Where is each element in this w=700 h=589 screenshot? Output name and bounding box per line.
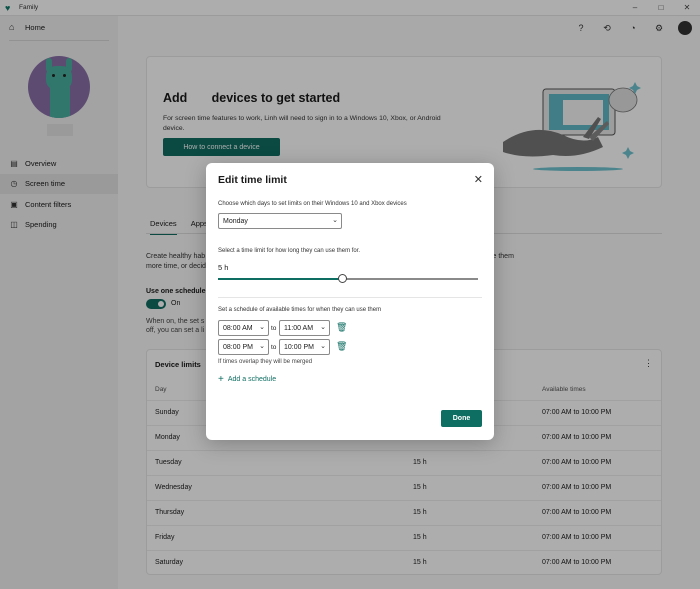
schedule-1-to-select[interactable]: 11:00 AM ⌄ (279, 320, 330, 336)
dialog-title: Edit time limit (218, 174, 287, 186)
merge-note: If times overlap they will be merged (218, 359, 313, 365)
schedule-label: Set a schedule of available times for wh… (218, 307, 382, 313)
delete-schedule-1-icon[interactable]: 🗑 (336, 322, 347, 333)
plus-icon: + (218, 374, 224, 385)
delete-schedule-2-icon[interactable]: 🗑 (336, 341, 347, 352)
to-label: to (271, 325, 277, 332)
limit-label: Select a time limit for how long they ca… (218, 248, 361, 254)
chevron-down-icon: ⌄ (259, 324, 265, 331)
add-schedule-button[interactable]: + Add a schedule (218, 374, 276, 385)
schedule-to-value: 10:00 PM (284, 343, 314, 351)
schedule-2-to-select[interactable]: 10:00 PM ⌄ (279, 339, 330, 355)
chevron-down-icon: ⌄ (320, 324, 326, 331)
day-select[interactable]: Monday ⌄ (218, 213, 342, 229)
schedule-from-value: 08:00 PM (223, 343, 253, 351)
schedule-to-value: 11:00 AM (284, 324, 314, 332)
close-icon[interactable]: ✕ (474, 173, 483, 186)
schedule-1-from-select[interactable]: 08:00 AM ⌄ (218, 320, 269, 336)
edit-time-limit-dialog: Edit time limit ✕ Choose which days to s… (206, 163, 494, 440)
slider-thumb[interactable] (337, 274, 347, 283)
days-label: Choose which days to set limits on their… (218, 201, 407, 207)
day-select-value: Monday (223, 217, 248, 225)
schedule-from-value: 08:00 AM (223, 324, 253, 332)
schedule-2-from-select[interactable]: 08:00 PM ⌄ (218, 339, 269, 355)
limit-value: 5 h (218, 263, 229, 272)
done-button[interactable]: Done (441, 410, 482, 427)
time-limit-slider[interactable] (218, 274, 478, 283)
chevron-down-icon: ⌄ (320, 343, 326, 350)
chevron-down-icon: ⌄ (332, 217, 338, 224)
dialog-divider (218, 297, 482, 298)
chevron-down-icon: ⌄ (259, 343, 265, 350)
add-schedule-label: Add a schedule (227, 376, 277, 383)
to-label: to (271, 344, 277, 351)
slider-fill (218, 278, 342, 280)
